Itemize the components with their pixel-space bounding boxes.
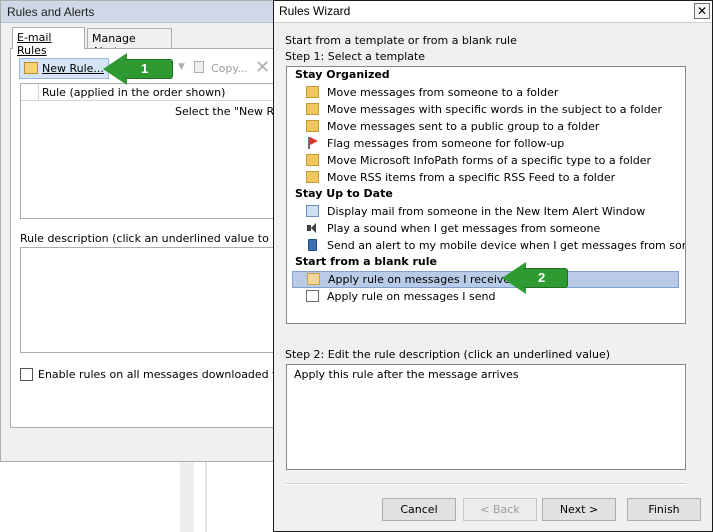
template-label: Move messages sent to a public group to … — [327, 120, 600, 133]
template-label: Move Microsoft InfoPath forms of a speci… — [327, 154, 652, 167]
sound-icon — [306, 222, 319, 234]
cancel-button[interactable]: Cancel — [382, 498, 456, 521]
annotation-arrow-2: 2 — [502, 262, 568, 294]
template-label: Move messages with specific words in the… — [327, 103, 662, 116]
template-move-rss[interactable]: Move RSS items from a specific RSS Feed … — [292, 169, 679, 186]
folder-icon — [306, 120, 319, 132]
back-button[interactable]: < Back — [463, 498, 537, 521]
enable-rules-label: Enable rules on all messages downloaded … — [38, 368, 288, 381]
template-play-sound[interactable]: Play a sound when I get messages from so… — [292, 220, 679, 237]
template-apply-on-send[interactable]: Apply rule on messages I send — [292, 288, 679, 305]
new-rule-button[interactable]: New Rule... — [19, 58, 109, 79]
template-label: Display mail from someone in the New Ite… — [327, 205, 646, 218]
rules-wizard-titlebar[interactable]: Rules Wizard ✕ — [274, 1, 712, 22]
tab-manage-alerts[interactable]: Manage Alerts — [87, 28, 172, 58]
template-flag-follow-up[interactable]: Flag messages from someone for follow-up — [292, 135, 679, 152]
mail-icon — [307, 273, 320, 285]
arrow-head — [502, 262, 526, 294]
template-move-from-someone[interactable]: Move messages from someone to a folder — [292, 84, 679, 101]
template-apply-on-receive[interactable]: Apply rule on messages I receive — [292, 271, 679, 288]
group-start-blank: Start from a blank rule — [295, 255, 437, 268]
folder-icon — [306, 171, 319, 183]
template-mobile-alert[interactable]: Send an alert to my mobile device when I… — [292, 237, 685, 254]
arrow-number: 2 — [538, 270, 546, 285]
folder-icon — [306, 103, 319, 115]
rule-description-text: Apply this rule after the message arrive… — [294, 368, 519, 381]
alert-window-icon — [306, 205, 319, 217]
arrow-shaft — [524, 268, 568, 288]
next-button[interactable]: Next > — [542, 498, 616, 521]
enable-rules-checkbox[interactable] — [20, 368, 33, 381]
rule-description-label: Rule description (click an underlined va… — [20, 232, 294, 245]
rules-wizard-dialog: Rules Wizard ✕ Start from a template or … — [273, 0, 713, 532]
folder-icon — [306, 154, 319, 166]
copy-button[interactable]: Copy... — [211, 62, 248, 75]
group-stay-up-to-date: Stay Up to Date — [295, 187, 393, 200]
background-app-area — [0, 462, 275, 532]
template-label: Play a sound when I get messages from so… — [327, 222, 601, 235]
flag-icon — [306, 137, 319, 149]
delete-icon[interactable]: ✕ — [255, 57, 270, 78]
rule-list-header: Rule (applied in the order shown) — [21, 84, 281, 101]
step1-label: Step 1: Select a template — [285, 50, 426, 63]
rule-description-preview[interactable]: Apply this rule after the message arrive… — [286, 364, 686, 470]
rules-and-alerts-title: Rules and Alerts — [7, 5, 95, 19]
rules-and-alerts-titlebar[interactable]: Rules and Alerts — [1, 1, 289, 23]
step2-label: Step 2: Edit the rule description (click… — [285, 348, 611, 361]
chevron-down-icon: ▼ — [178, 62, 185, 72]
template-display-alert[interactable]: Display mail from someone in the New Ite… — [292, 203, 679, 220]
folder-icon — [306, 86, 319, 98]
rule-description-box[interactable] — [20, 247, 282, 353]
template-label: Move messages from someone to a folder — [327, 86, 559, 99]
template-label: Move RSS items from a specific RSS Feed … — [327, 171, 616, 184]
rule-list[interactable]: Rule (applied in the order shown) Select… — [20, 83, 290, 219]
finish-button[interactable]: Finish — [627, 498, 701, 521]
close-icon[interactable]: ✕ — [694, 3, 710, 19]
tab-email-rules[interactable]: E-mail Rules — [12, 27, 85, 57]
arrow-shaft — [125, 59, 173, 79]
send-mail-icon — [306, 290, 319, 302]
rule-column-header[interactable]: Rule (applied in the order shown) — [42, 86, 225, 99]
button-divider — [286, 483, 686, 485]
template-label: Send an alert to my mobile device when I… — [327, 239, 686, 252]
template-move-public-group[interactable]: Move messages sent to a public group to … — [292, 118, 679, 135]
titlebar-divider — [274, 22, 712, 23]
wizard-intro-text: Start from a template or from a blank ru… — [285, 34, 517, 47]
template-list[interactable]: Stay Organized Move messages from someon… — [286, 66, 686, 324]
template-label: Flag messages from someone for follow-up — [327, 137, 565, 150]
annotation-arrow-1: 1 — [103, 53, 173, 85]
template-label: Apply rule on messages I send — [327, 290, 496, 303]
new-rule-icon — [24, 62, 38, 74]
tab-email-rules-label: E-mail Rules — [17, 31, 52, 57]
template-move-infopath[interactable]: Move Microsoft InfoPath forms of a speci… — [292, 152, 679, 169]
background-column — [180, 462, 194, 532]
rules-wizard-title: Rules Wizard — [279, 4, 351, 18]
rule-checkbox-column — [21, 84, 39, 101]
copy-icon — [194, 61, 204, 73]
arrow-head — [103, 53, 127, 85]
background-divider — [205, 462, 207, 532]
new-rule-label: New Rule... — [42, 62, 104, 75]
template-label: Apply rule on messages I receive — [328, 273, 511, 286]
group-stay-organized: Stay Organized — [295, 68, 390, 81]
template-move-specific-words[interactable]: Move messages with specific words in the… — [292, 101, 679, 118]
arrow-number: 1 — [141, 61, 149, 76]
mobile-icon — [308, 239, 317, 251]
